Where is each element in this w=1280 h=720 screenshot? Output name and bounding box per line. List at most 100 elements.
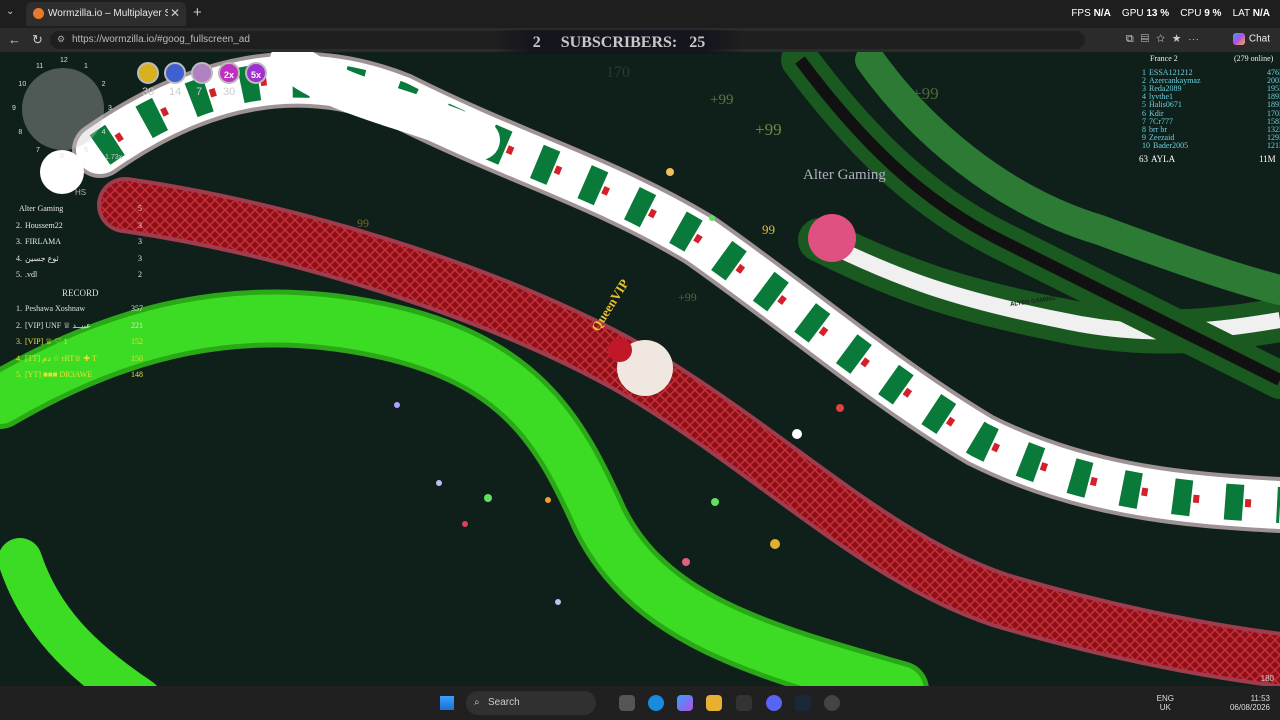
player-name: FIRLAMA [25,237,62,246]
clock-number: 9 [12,105,16,112]
fps-label: FPS [1071,8,1091,19]
quintuple-icon: 5x [245,62,267,84]
player-name: Peshawa Xoshnaw [25,304,86,313]
clock-number: 11 [36,63,44,71]
cpu-label: CPU [1180,8,1202,19]
subscriber-count-prefix: 2 [532,34,541,51]
record-row: 4. [TT] دم ☆ rRT♕ ✚ T 150 [16,353,143,363]
player-name: Bader2005 [1153,140,1189,150]
food [555,599,561,605]
kills-row: 4. ثوع جسين 3 [16,253,142,263]
windows-start-icon[interactable] [440,696,454,710]
hs-label: HS [75,188,87,197]
player-rank-row: 63 AYLA 11M [1139,154,1276,164]
file-explorer-icon[interactable] [706,695,722,711]
food [709,215,715,221]
corner-counter: 180 [1260,674,1274,683]
rank: 10 [1142,140,1150,150]
food [682,558,690,566]
chat-label: Chat [1248,33,1270,45]
rank: 4. [16,253,22,263]
score: 148 [131,370,143,379]
food [484,494,492,502]
kills-row: 3. FIRLAMA 3 [16,237,142,246]
clock-number: 12 [60,57,68,64]
player-name: [TT] دم ☆ rRT♕ ✚ T [25,353,97,363]
epic-games-icon[interactable] [736,695,752,711]
record-row: 3. [VIP] ♕ ♡ 1 152 [16,337,143,346]
floating-score: +99 [710,92,734,108]
close-icon[interactable]: ✕ [170,6,180,20]
copilot-icon [1232,33,1245,45]
back-icon[interactable]: ← [8,32,21,47]
zoom-level: 1.73x [105,154,123,161]
record-row: 1. Peshawa Xoshnaw 357 [16,304,143,313]
game-canvas[interactable]: +99 +99 +99 +99 99 170 99 QueenVIP Alter… [0,52,1280,686]
edge-icon[interactable] [648,695,664,711]
score: 3 [138,220,142,230]
score: 5 [138,204,142,213]
rank: 2. [16,220,22,230]
refresh-icon[interactable]: ↻ [32,32,43,48]
powerup-timer: 14 [169,86,182,98]
score: 357 [131,304,143,313]
taskbar-search[interactable]: ⌕ Search [466,691,596,715]
browser-tab-bar: ⌄ Wormzilla.io – Multiplayer Snake G ✕ +… [0,0,1280,28]
leaderboard-row: 10Bader2005 121M [1142,140,1280,150]
copilot-app-icon[interactable] [677,695,693,711]
rank: 4. [16,353,22,363]
lat-value: N/A [1252,8,1270,19]
score: 121M [1267,140,1280,150]
score: 150 [131,353,143,363]
floating-score: 99 [762,222,775,237]
steam-icon[interactable] [795,695,811,711]
new-tab-icon[interactable]: + [193,4,202,21]
discord-icon[interactable] [766,695,782,711]
score: 152 [131,337,143,346]
rank: 3. [16,237,22,246]
record-row: 2. [VIP] UNF ♕ عبيــد 221 [16,320,143,330]
site-info-icon[interactable]: ⚙ [57,34,65,45]
record-row: 5. [YT] ■■■ DR3AWE 148 [16,370,143,379]
player-name: Houssem22 [25,220,63,230]
task-view-icon[interactable] [619,695,635,711]
score: 221 [131,320,143,330]
clock-number: 3 [108,105,112,112]
record-label: RECORD [62,288,99,298]
floating-score: 170 [606,64,630,81]
rank: 1. [16,304,22,313]
kills-row: 5. .vdl 2 [16,270,142,279]
powerup-timer: 30 [142,86,155,98]
url-text: https://wormzilla.io/#goog_fullscreen_ad [72,34,250,45]
floating-score: 99 [357,216,369,230]
browser-tab[interactable]: Wormzilla.io – Multiplayer Snake G ✕ [26,2,186,26]
kills-row: Alter Gaming 5 [16,204,142,213]
rank: 2. [16,320,22,330]
lat-label: LAT [1232,8,1250,19]
player-name: AYLA [1151,154,1176,164]
server-name: France 2 [1150,54,1178,63]
speed-boost-icon [137,62,159,84]
rank: 3. [16,337,22,346]
clock-number: 7 [36,146,40,154]
taskbar: ⌕ Search ENG UK 11:53 06/08/2026 [0,686,1280,720]
gpu-value: 13 % [1146,8,1170,19]
performance-stats: FPS N/A GPU 13 % CPU 9 % LAT N/A [1071,8,1270,19]
clock-number: 8 [18,129,23,136]
chat-button[interactable]: Chat [1232,33,1270,45]
score: 2 [138,270,142,279]
search-icon: ⌕ [474,697,480,708]
powerup-timer: 7 [196,86,203,98]
minimap-clock [22,68,104,150]
player-name: .vdl [25,270,38,279]
keyboard-layout: UK [1159,703,1171,712]
food [436,480,442,486]
clock-date: 06/08/2026 [1229,703,1270,712]
obs-icon[interactable] [824,695,840,711]
player-name: [VIP] ♕ ♡ 1 [25,337,68,346]
tab-list-icon[interactable]: ⌄ [6,6,14,17]
player-rank: 63 [1139,154,1148,164]
cpu-value: 9 % [1204,8,1222,19]
score: 3 [138,237,142,246]
toolbar-icons[interactable]: ⧉▤☆★⋯ [1126,33,1206,46]
